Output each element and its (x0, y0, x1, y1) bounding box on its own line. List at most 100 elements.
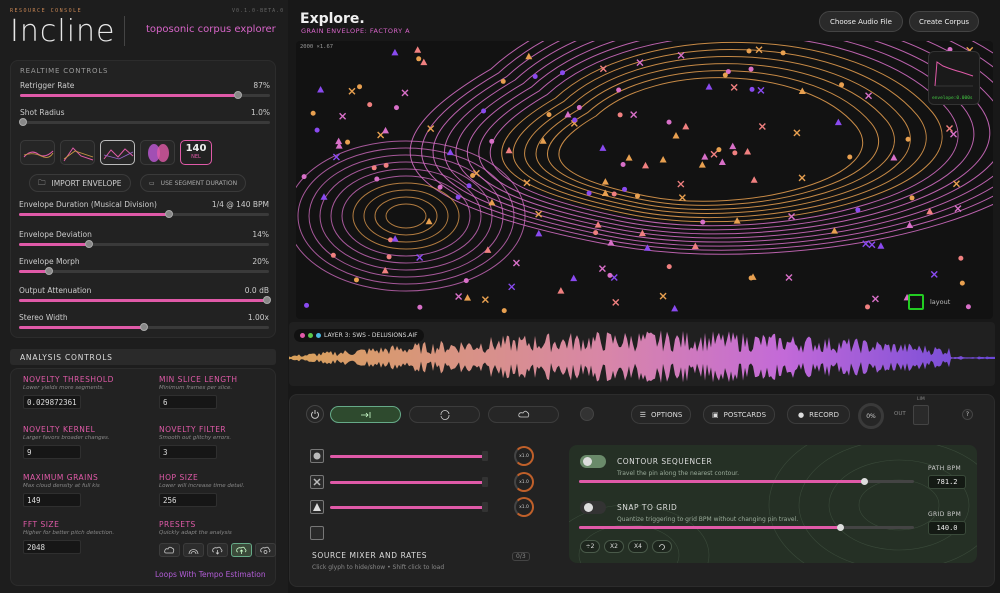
corpus-grain-point[interactable] (455, 293, 463, 301)
contour-sequencer-toggle[interactable] (580, 455, 606, 468)
corpus-grain-point[interactable] (750, 176, 758, 183)
corpus-grain-point[interactable] (612, 298, 620, 306)
corpus-grain-point[interactable] (677, 180, 685, 188)
corpus-grain-point[interactable] (353, 277, 359, 283)
corpus-grain-point[interactable] (710, 150, 718, 158)
corpus-grain-point[interactable] (698, 161, 706, 168)
corpus-grain-point[interactable] (622, 186, 628, 192)
corpus-grain-point[interactable] (642, 161, 650, 169)
corpus-grain-point[interactable] (659, 292, 667, 300)
corpus-grain-point[interactable] (535, 229, 543, 237)
corpus-grain-point[interactable] (718, 158, 726, 166)
corpus-grain-point[interactable] (906, 221, 914, 229)
corpus-grain-point[interactable] (470, 173, 476, 179)
corpus-grain-point[interactable] (625, 154, 633, 161)
corpus-grain-point[interactable] (785, 273, 793, 281)
analysis-controls-header[interactable]: ANALYSIS CONTROLS (10, 349, 276, 365)
slider-thumb[interactable] (262, 296, 271, 304)
slider-track[interactable] (18, 118, 270, 126)
times-2-button[interactable]: X2 (604, 540, 624, 553)
envelope-morph-slider[interactable]: Envelope Morph 20% (19, 257, 269, 277)
novelty-filter-input[interactable]: 3 (159, 445, 217, 459)
cloud-button[interactable] (488, 406, 559, 423)
corpus-grain-point[interactable] (798, 174, 806, 182)
waveform-display[interactable]: LAYER 3: SWS - DELUSIONS.AIF (289, 322, 995, 386)
slider-track[interactable] (19, 296, 271, 304)
use-segment-duration-button[interactable]: ▭ USE SEGMENT DURATION (140, 174, 247, 192)
stereo-width-slider[interactable]: Stereo Width 1.00x (19, 313, 269, 333)
corpus-grain-point[interactable] (464, 294, 472, 301)
corpus-grain-point[interactable] (546, 112, 552, 118)
corpus-grain-point[interactable] (557, 287, 565, 294)
corpus-grain-point[interactable] (748, 66, 754, 72)
corpus-grain-point[interactable] (630, 111, 638, 119)
slider-thumb[interactable] (85, 240, 93, 248)
corpus-grain-point[interactable] (755, 46, 763, 54)
corpus-grain-point[interactable] (391, 48, 399, 56)
corpus-grain-point[interactable] (532, 73, 538, 79)
divide-2-button[interactable]: ÷2 (580, 540, 600, 553)
corpus-grain-point[interactable] (865, 304, 871, 310)
corpus-grain-point[interactable] (382, 126, 390, 134)
envelope-shape-3[interactable] (100, 140, 135, 165)
corpus-grain-point[interactable] (729, 142, 737, 150)
rate-knob[interactable]: x1.0 (514, 497, 534, 517)
rate-knob[interactable]: x1.0 (514, 446, 534, 466)
corpus-grain-point[interactable] (749, 86, 755, 92)
corpus-grain-point[interactable] (950, 130, 958, 138)
corpus-grain-point[interactable] (930, 270, 938, 278)
corpus-grain-point[interactable] (780, 50, 786, 56)
corpus-grain-point[interactable] (705, 83, 713, 90)
corpus-grain-point[interactable] (700, 219, 706, 225)
corpus-grain-point[interactable] (946, 125, 953, 133)
corpus-grain-point[interactable] (586, 190, 592, 196)
corpus-grain-point[interactable] (500, 78, 506, 84)
corpus-grain-point[interactable] (607, 272, 613, 278)
play-to-end-button[interactable] (330, 406, 401, 423)
corpus-grain-point[interactable] (868, 241, 876, 249)
corpus-grain-point[interactable] (310, 110, 316, 116)
corpus-grain-point[interactable] (383, 162, 389, 168)
corpus-grain-point[interactable] (560, 70, 566, 76)
novelty-threshold-input[interactable]: 0.029872361 (23, 395, 81, 409)
corpus-grain-point[interactable] (599, 144, 607, 151)
corpus-grain-point[interactable] (865, 92, 873, 100)
corpus-grain-point[interactable] (455, 194, 461, 200)
output-attenuation-slider[interactable]: Output Attenuation 0.0 dB (19, 286, 271, 306)
corpus-grain-point[interactable] (508, 283, 516, 291)
corpus-grain-point[interactable] (758, 123, 766, 131)
cross-glyph-icon[interactable] (310, 475, 324, 489)
corpus-grain-point[interactable] (926, 207, 934, 215)
help-button[interactable]: ? (962, 409, 973, 420)
corpus-grain-point[interactable] (481, 296, 489, 304)
corpus-grain-point[interactable] (437, 184, 443, 190)
mixer-slider-end[interactable] (482, 451, 488, 461)
triangle-glyph-icon[interactable] (310, 500, 324, 514)
rate-knob[interactable]: x1.0 (514, 472, 534, 492)
corpus-grain-point[interactable] (301, 174, 307, 180)
corpus-grain-point[interactable] (954, 205, 962, 213)
shot-radius-slider[interactable]: Shot Radius 1.0% (18, 108, 270, 128)
corpus-grain-point[interactable] (682, 122, 690, 130)
corpus-grain-point[interactable] (601, 178, 609, 185)
corpus-grain-point[interactable] (634, 193, 640, 199)
preset-cloud-sync-icon[interactable] (255, 543, 276, 557)
corpus-grain-point[interactable] (512, 259, 520, 267)
record-button[interactable]: ● RECORD (787, 405, 850, 424)
postcards-button[interactable]: ▣ POSTCARDS (703, 405, 775, 424)
path-bpm-input[interactable]: 781.2 (928, 475, 966, 489)
corpus-grain-point[interactable] (871, 295, 879, 303)
slider-track[interactable] (19, 210, 269, 218)
slider-thumb[interactable] (233, 91, 242, 99)
slider-thumb[interactable] (18, 118, 27, 126)
mixer-slider[interactable] (330, 455, 485, 458)
options-button[interactable]: ☰ OPTIONS (631, 405, 691, 424)
preset-cloud-down-icon[interactable] (207, 543, 228, 557)
corpus-grain-point[interactable] (905, 136, 911, 142)
choose-audio-file-button[interactable]: Choose Audio File (819, 11, 903, 32)
slider-thumb[interactable] (165, 210, 173, 218)
corpus-grain-point[interactable] (671, 304, 679, 312)
corpus-grain-point[interactable] (304, 302, 310, 308)
corpus-grain-point[interactable] (501, 308, 507, 314)
corpus-grain-point[interactable] (393, 105, 399, 111)
